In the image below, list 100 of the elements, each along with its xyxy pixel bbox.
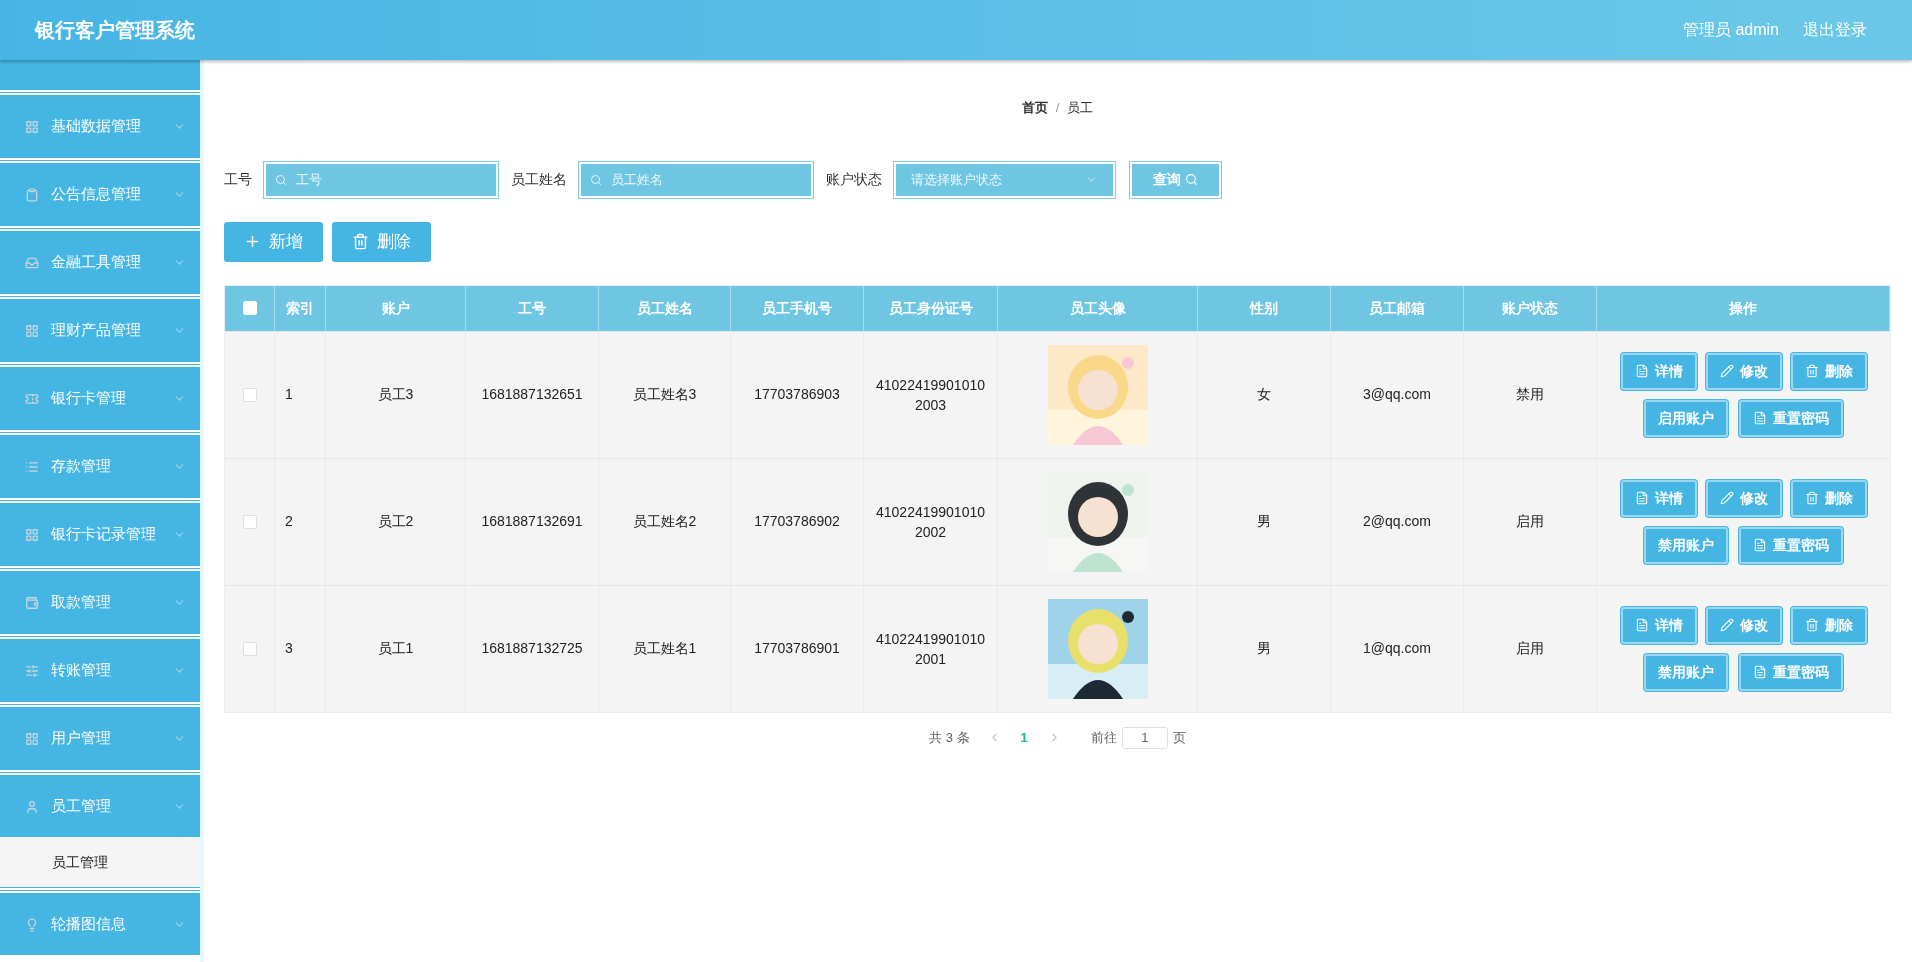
field-label: 账户状态 — [826, 170, 882, 189]
row-checkbox[interactable] — [242, 387, 257, 402]
table-cell-text: 3 — [285, 639, 293, 658]
status-select[interactable]: 请选择账户状态 — [894, 161, 1115, 198]
pencil-icon — [1719, 491, 1734, 505]
plus-icon — [244, 233, 261, 250]
breadcrumb-item[interactable]: 员工 — [1067, 98, 1094, 118]
action-button[interactable]: 修改 — [1705, 606, 1782, 644]
row-checkbox[interactable] — [242, 514, 257, 529]
action-button[interactable]: 重置密码 — [1739, 526, 1843, 564]
table-cell-text: 男 — [1257, 639, 1271, 658]
table-cell-text: 17703786901 — [754, 639, 840, 658]
breadcrumb-separator: / — [1055, 99, 1060, 117]
table-cell-text: 员工1 — [377, 639, 414, 658]
search-icon — [590, 173, 602, 186]
menu-item[interactable]: 存款管理 — [0, 436, 200, 497]
action-button[interactable]: 重置密码 — [1739, 653, 1843, 691]
table-cell-text: 2 — [285, 512, 293, 531]
column-header: 操作 — [1597, 285, 1890, 331]
goto-label: 前往 — [1090, 728, 1117, 747]
menu-item[interactable]: 理财产品管理 — [0, 300, 200, 361]
grid-icon — [25, 323, 39, 338]
action-button[interactable]: 修改 — [1705, 479, 1782, 517]
menu-item[interactable]: 转账管理 — [0, 640, 200, 701]
column-header: 员工邮箱 — [1331, 285, 1464, 331]
column-header: 账户 — [326, 285, 466, 331]
breadcrumb-item[interactable]: 首页 — [1021, 98, 1048, 118]
table-cell-text: 17703786903 — [754, 385, 840, 404]
total-count: 共 3 条 — [929, 728, 970, 747]
table-cell-text: 1681887132725 — [481, 639, 583, 658]
column-header: 索引 — [275, 285, 326, 331]
page-number[interactable]: 1 — [1020, 727, 1028, 748]
column-header: 员工身份证号 — [864, 285, 998, 331]
table-cell-text: 17703786902 — [754, 512, 840, 531]
document-icon — [1634, 364, 1649, 378]
menu-item[interactable]: 基础数据管理 — [0, 96, 200, 157]
pencil-icon — [1719, 364, 1734, 378]
action-button[interactable]: 启用账户 — [1644, 399, 1728, 437]
table-cell-text: 禁用 — [1516, 385, 1544, 404]
action-button[interactable]: 禁用账户 — [1644, 526, 1728, 564]
query-button[interactable]: 查询 — [1130, 161, 1221, 198]
menu-item[interactable]: 用户管理 — [0, 708, 200, 769]
row-checkbox[interactable] — [242, 641, 257, 656]
grid-icon — [25, 527, 39, 542]
search-field[interactable]: 工号 — [264, 161, 498, 198]
table-cell-text: 1@qq.com — [1363, 639, 1431, 658]
wallet-icon — [25, 595, 39, 610]
toolbar-button[interactable]: 新增 — [224, 221, 323, 262]
trash-icon — [1804, 491, 1819, 505]
column-header: 员工姓名 — [599, 285, 731, 331]
menu-item[interactable]: 银行卡记录管理 — [0, 504, 200, 565]
inbox-icon — [25, 255, 39, 270]
trash-icon — [352, 233, 369, 250]
table-cell-text: 员工姓名2 — [632, 512, 697, 531]
action-button[interactable]: 修改 — [1705, 352, 1782, 390]
pencil-icon — [1719, 618, 1734, 632]
table-cell-text: 启用 — [1516, 512, 1544, 531]
document-icon — [1634, 491, 1649, 505]
menu-item[interactable]: 金融工具管理 — [0, 232, 200, 293]
action-button[interactable]: 详情 — [1620, 479, 1697, 517]
table-cell-text: 员工3 — [377, 385, 414, 404]
grid-icon — [25, 119, 39, 134]
trash-icon — [1804, 618, 1819, 632]
action-button[interactable]: 重置密码 — [1739, 399, 1843, 437]
table-cell-text: 1 — [285, 385, 293, 404]
action-button[interactable]: 详情 — [1620, 352, 1697, 390]
submenu-item[interactable]: 员工管理 — [0, 837, 200, 887]
table-cell-text: 员工姓名3 — [632, 385, 697, 404]
column-header: 员工头像 — [998, 285, 1198, 331]
grid-icon — [25, 731, 39, 746]
page-input[interactable]: 1 — [1121, 726, 1168, 749]
logout-link[interactable]: 退出登录 — [1803, 18, 1867, 42]
table-cell-text: 410224199010102002 — [875, 502, 986, 542]
page-suffix: 页 — [1172, 728, 1186, 747]
document-icon — [1753, 411, 1767, 425]
search-field[interactable]: 员工姓名 — [579, 161, 813, 198]
action-button[interactable]: 删除 — [1790, 352, 1867, 390]
sliders-icon — [25, 663, 39, 678]
action-button[interactable]: 删除 — [1790, 479, 1867, 517]
action-button[interactable]: 详情 — [1620, 606, 1697, 644]
menu-item[interactable]: 公告信息管理 — [0, 164, 200, 225]
table-cell-text: 1681887132651 — [481, 385, 583, 404]
menu-item[interactable]: 轮播图信息 — [0, 894, 200, 955]
table-cell-text: 员工2 — [377, 512, 414, 531]
menu-item[interactable]: 取款管理 — [0, 572, 200, 633]
column-header: 性别 — [1198, 285, 1331, 331]
document-icon — [1753, 538, 1767, 552]
toolbar-button[interactable]: 删除 — [332, 221, 431, 262]
action-button[interactable]: 禁用账户 — [1644, 653, 1728, 691]
menu-item[interactable]: 员工管理 — [0, 776, 200, 837]
table-cell-text: 2@qq.com — [1363, 512, 1431, 531]
ticket-icon — [25, 391, 39, 406]
column-header: 员工手机号 — [731, 285, 864, 331]
field-label: 工号 — [224, 170, 252, 189]
table-cell-text: 男 — [1257, 512, 1271, 531]
user-icon — [25, 799, 39, 814]
action-button[interactable]: 删除 — [1790, 606, 1867, 644]
header-checkbox[interactable] — [242, 301, 257, 315]
menu-item[interactable]: 银行卡管理 — [0, 368, 200, 429]
app-title: 银行客户管理系统 — [35, 18, 195, 43]
